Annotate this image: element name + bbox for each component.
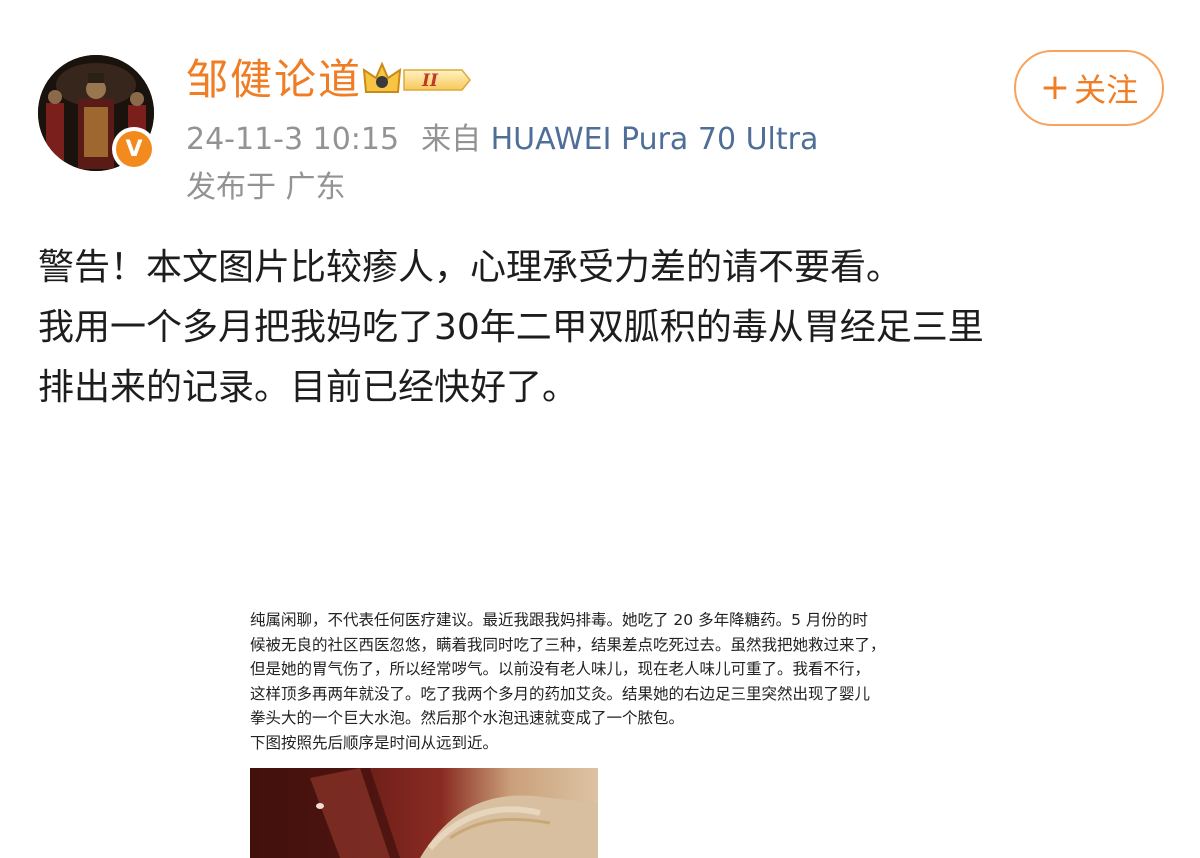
source-prefix: 来自 [421,122,482,157]
attached-image-text: 纯属闲聊，不代表任何医疗建议。最近我跟我妈排毒。她吃了 20 多年降糖药。5 月… [238,600,978,755]
post-line: 警告！本文图片比较瘆人，心理承受力差的请不要看。 [38,247,903,288]
attached-text-line: 纯属闲聊，不代表任何医疗建议。最近我跟我妈排毒。她吃了 20 多年降糖药。5 月… [250,611,868,629]
skin-photo-image [250,768,598,858]
post-line: 我用一个多月把我妈吃了30年二甲双胍积的毒从胃经足三里 [38,307,984,348]
crown-level-2-badge-icon[interactable]: II [360,58,472,102]
verified-v-icon: V [116,131,152,167]
attached-text-line: 但是她的胃气伤了，所以经常哕气。以前没有老人味儿，现在老人味儿可重了。我看不行， [250,660,871,678]
attached-text-line: 候被无良的社区西医忽悠，瞒着我同时吃了三种，结果差点吃死过去。虽然我把她救过来了… [250,635,886,654]
follow-label: 关注 [1074,71,1139,109]
post-location: 发布于 广东 [186,170,346,205]
verified-badge: V [112,127,156,171]
plus-icon: + [1039,67,1071,108]
attached-text-line: 下图按照先后顺序是时间从远到近。 [250,733,499,752]
attached-text-line: 这样顶多再两年就没了。吃了我两个多月的药加艾灸。结果她的右边足三里突然出现了婴儿 [250,684,871,703]
author-name[interactable]: 邹健论道 [186,52,362,108]
post-line: 排出来的记录。目前已经快好了。 [38,367,579,408]
post-body: 警告！本文图片比较瘆人，心理承受力差的请不要看。 我用一个多月把我妈吃了30年二… [38,238,1168,418]
member-level-label: II [421,71,439,91]
attached-text-line: 拳头大的一个巨大水泡。然后那个水泡迅速就变成了一个脓包。 [250,709,685,727]
attached-photo[interactable] [250,768,598,858]
device-link[interactable]: HUAWEI Pura 70 Ultra [491,122,819,157]
attached-image[interactable]: 纯属闲聊，不代表任何医疗建议。最近我跟我妈排毒。她吃了 20 多年降糖药。5 月… [238,600,978,858]
post-meta: 24-11-3 10:15 来自 HUAWEI Pura 70 Ultra [186,120,818,160]
post-time: 24-11-3 10:15 [186,122,400,157]
follow-button[interactable]: + 关注 [1014,50,1164,126]
